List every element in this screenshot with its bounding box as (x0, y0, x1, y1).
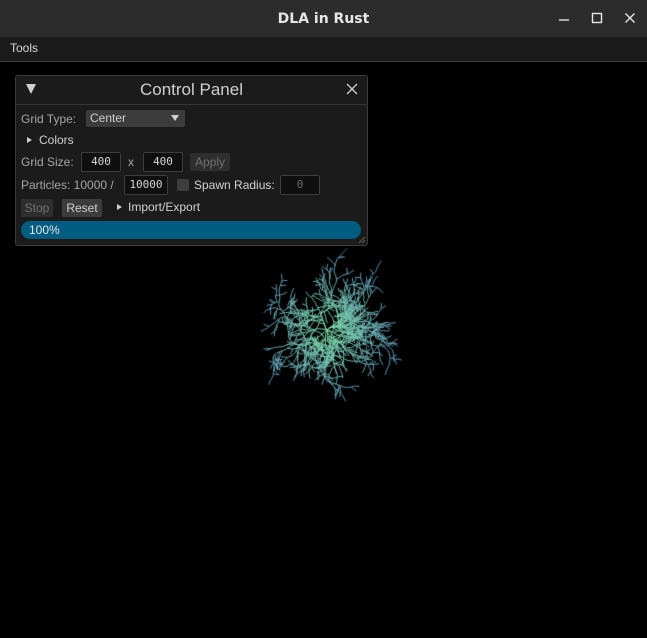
control-panel-header[interactable]: Control Panel (16, 76, 367, 105)
grid-type-label: Grid Type: (21, 112, 77, 126)
minimize-icon (559, 19, 569, 21)
grid-type-value: Center (90, 111, 127, 125)
apply-button[interactable]: Apply (190, 153, 230, 171)
expand-triangle-icon[interactable] (27, 137, 32, 143)
minimize-button[interactable] (555, 9, 573, 27)
window-title: DLA in Rust (277, 10, 370, 27)
stop-button[interactable]: Stop (21, 199, 53, 217)
import-export-section-toggle[interactable]: Import/Export (128, 200, 200, 214)
grid-size-label: Grid Size: (21, 155, 74, 169)
window-titlebar: DLA in Rust (0, 0, 647, 37)
menu-bar: Tools (0, 37, 647, 62)
resize-grip-icon[interactable] (358, 236, 366, 244)
spawn-radius-checkbox[interactable] (177, 179, 189, 191)
menu-tools[interactable]: Tools (10, 41, 38, 55)
close-window-button[interactable] (621, 9, 639, 27)
maximize-button[interactable] (588, 9, 606, 27)
progress-bar: 100% (21, 221, 361, 239)
grid-type-select[interactable]: Center (86, 110, 185, 127)
expand-triangle-icon[interactable] (117, 204, 122, 210)
close-icon[interactable] (345, 82, 359, 96)
spawn-radius-input[interactable]: 0 (280, 175, 320, 195)
particles-max-input[interactable]: 10000 (124, 175, 168, 195)
chevron-down-icon (171, 115, 179, 121)
spawn-radius-label: Spawn Radius: (194, 178, 275, 192)
grid-width-input[interactable]: 400 (81, 152, 121, 172)
grid-size-x-label: x (128, 155, 134, 169)
close-icon (625, 13, 635, 23)
control-panel-title: Control Panel (139, 80, 243, 99)
reset-button[interactable]: Reset (62, 199, 102, 217)
maximize-icon (591, 12, 603, 24)
colors-section-toggle[interactable]: Colors (39, 133, 74, 147)
grid-height-input[interactable]: 400 (143, 152, 183, 172)
progress-text: 100% (29, 223, 60, 237)
control-panel: Control Panel Grid Type: Center Colors G… (15, 75, 368, 246)
particles-label: Particles: 10000 / (21, 178, 114, 192)
